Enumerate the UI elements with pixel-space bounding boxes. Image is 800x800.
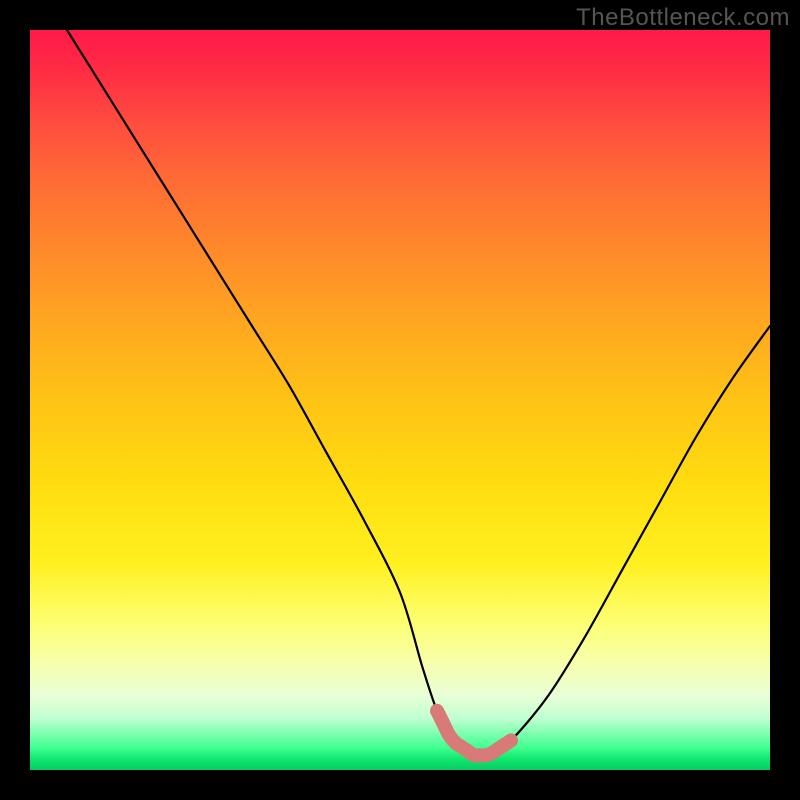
curve-layer: [30, 30, 770, 770]
optimal-range-highlight: [437, 711, 511, 756]
chart-frame: TheBottleneck.com: [0, 0, 800, 800]
bottleneck-curve: [67, 30, 770, 757]
plot-area: [30, 30, 770, 770]
watermark-text: TheBottleneck.com: [576, 4, 790, 32]
